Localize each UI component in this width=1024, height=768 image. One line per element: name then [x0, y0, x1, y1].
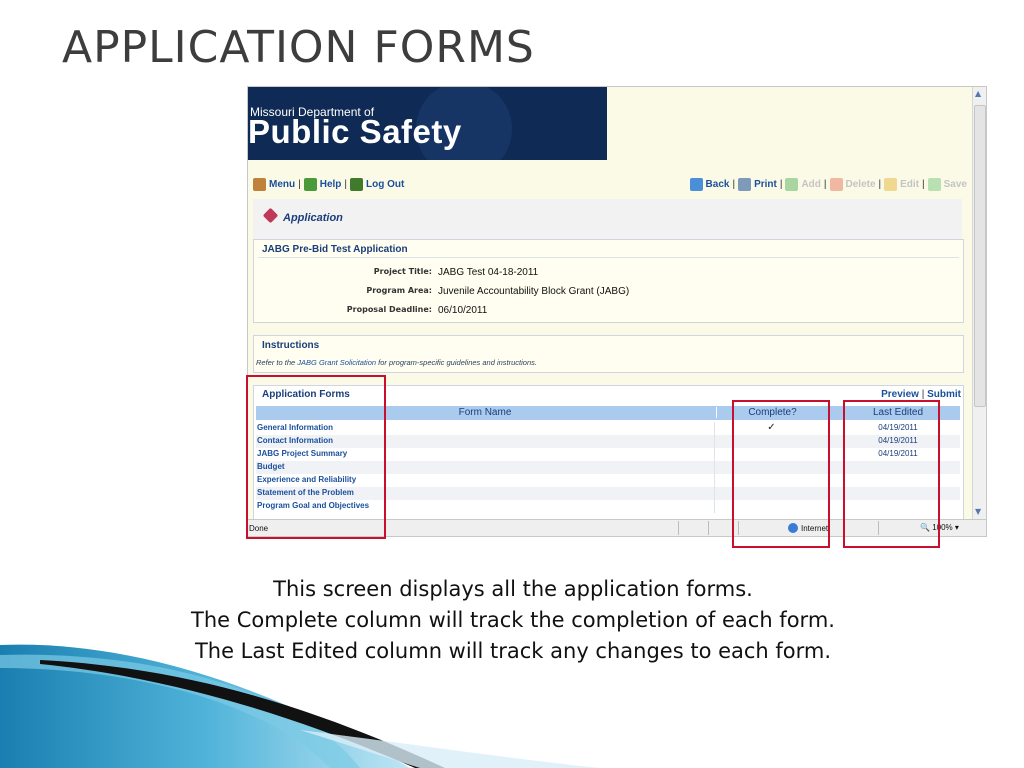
- back-icon[interactable]: [689, 178, 703, 191]
- highlight-form-names: [246, 375, 386, 539]
- add-icon: [785, 178, 799, 191]
- divider: [714, 500, 715, 513]
- application-header: Application: [253, 199, 962, 239]
- separator: |: [823, 179, 827, 190]
- separator: |: [344, 179, 347, 190]
- separator: |: [878, 179, 882, 190]
- print-link[interactable]: Print: [754, 179, 777, 190]
- application-icon: [262, 207, 279, 224]
- forms-actions: Preview | Submit: [881, 389, 961, 400]
- help-icon[interactable]: [303, 178, 317, 191]
- separator: |: [779, 179, 783, 190]
- divider: [714, 422, 715, 435]
- print-icon[interactable]: [738, 178, 752, 191]
- field-label: Proposal Deadline:: [346, 305, 432, 314]
- slide-title: APPLICATION FORMS: [62, 22, 535, 73]
- field-value: Juvenile Accountability Block Grant (JAB…: [438, 286, 630, 297]
- divider: [678, 521, 679, 535]
- preview-link[interactable]: Preview: [881, 389, 919, 400]
- divider: [708, 521, 709, 535]
- scroll-up-icon[interactable]: ▲: [975, 89, 981, 98]
- highlight-last-edited-column: [843, 400, 940, 548]
- divider: [714, 487, 715, 500]
- vertical-scrollbar[interactable]: ▲ ▼: [972, 87, 986, 519]
- highlight-complete-column: [732, 400, 830, 548]
- delete-icon: [829, 178, 843, 191]
- application-title: Application: [283, 212, 343, 224]
- add-link: Add: [801, 179, 821, 190]
- scrollbar-thumb[interactable]: [974, 105, 986, 407]
- separator: |: [298, 179, 301, 190]
- divider: [714, 461, 715, 474]
- menu-link[interactable]: Menu: [269, 179, 295, 190]
- separator: |: [922, 179, 925, 190]
- caption-line-3: The Last Edited column will track any ch…: [194, 639, 832, 663]
- separator: |: [732, 179, 736, 190]
- back-link[interactable]: Back: [706, 179, 730, 190]
- instructions-panel: Instructions Refer to the JABG Grant Sol…: [253, 335, 964, 373]
- grant-solicitation-link[interactable]: JABG Grant Solicitation: [297, 358, 376, 367]
- save-link: Save: [943, 179, 967, 190]
- instructions-suffix: for program-specific guidelines and inst…: [376, 358, 537, 367]
- application-info-panel: JABG Pre-Bid Test Application Project Ti…: [253, 239, 964, 323]
- edit-link: Edit: [900, 179, 920, 190]
- field-value: 06/10/2011: [438, 305, 488, 316]
- logout-link[interactable]: Log Out: [366, 179, 404, 190]
- caption-line-1: This screen displays all the application…: [273, 577, 753, 601]
- instructions-text: Refer to the JABG Grant Solicitation for…: [256, 358, 537, 367]
- logout-icon[interactable]: [350, 178, 363, 191]
- caption-line-2: The Complete column will track the compl…: [191, 608, 835, 632]
- instructions-prefix: Refer to the: [256, 358, 298, 367]
- instructions-heading: Instructions: [262, 340, 320, 351]
- divider: [258, 257, 959, 258]
- field-label: Project Title:: [373, 267, 432, 276]
- agency-banner: Missouri Department of Public Safety: [248, 87, 607, 160]
- delete-link: Delete: [845, 179, 876, 190]
- divider: [714, 448, 715, 461]
- field-label: Program Area:: [366, 286, 432, 295]
- separator: |: [921, 389, 925, 400]
- field-value: JABG Test 04-18-2011: [438, 267, 539, 278]
- scroll-down-icon[interactable]: ▼: [975, 507, 981, 516]
- toolbar: Menu | Help | Log Out Back | Print | Add…: [253, 175, 967, 195]
- submit-link[interactable]: Submit: [927, 389, 961, 400]
- banner-line-2: Public Safety: [248, 113, 462, 150]
- info-heading: JABG Pre-Bid Test Application: [262, 244, 408, 255]
- help-link[interactable]: Help: [320, 179, 342, 190]
- save-icon: [927, 178, 941, 191]
- edit-icon: [884, 178, 898, 191]
- menu-icon[interactable]: [253, 178, 266, 191]
- divider: [714, 474, 715, 487]
- divider: [714, 435, 715, 448]
